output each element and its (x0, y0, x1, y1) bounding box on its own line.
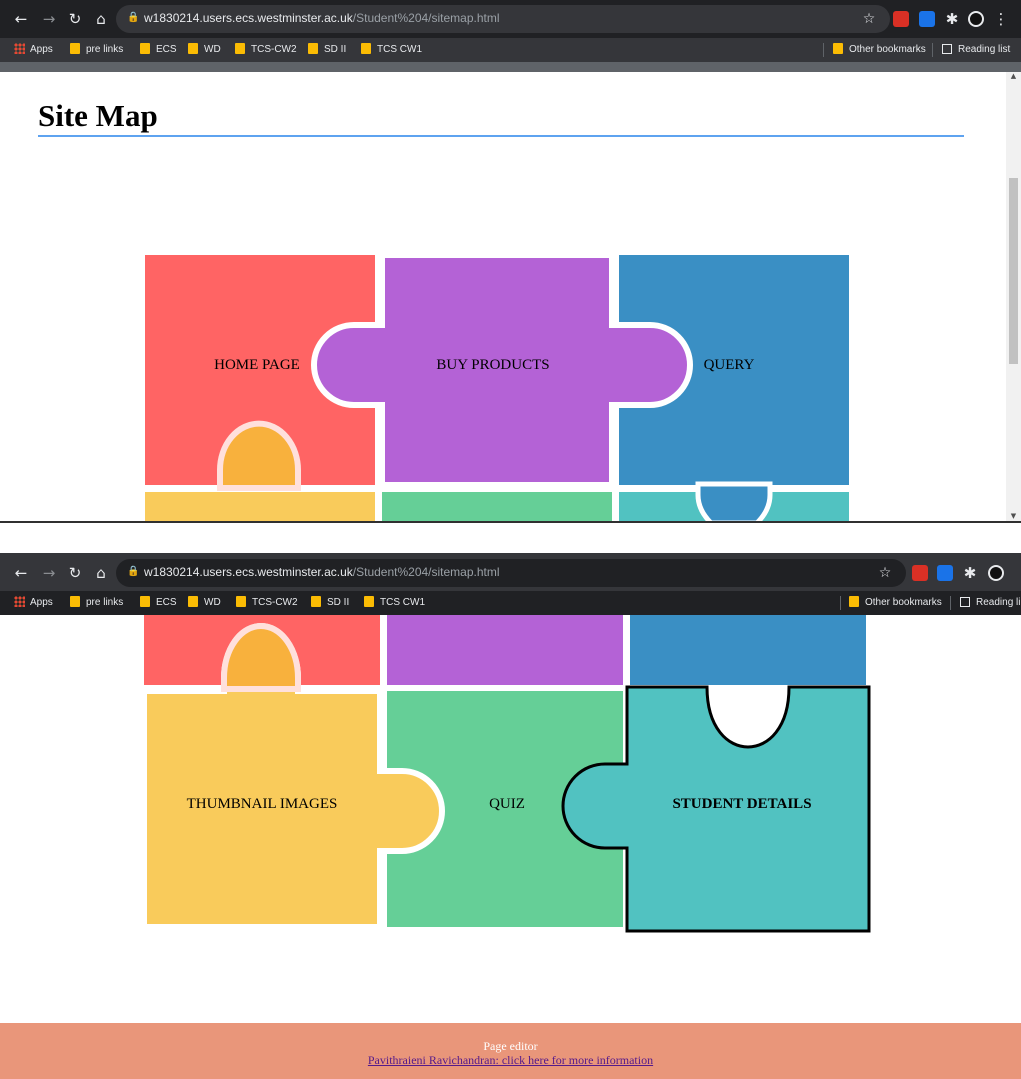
query-knob (695, 481, 773, 523)
query-piece[interactable] (630, 615, 866, 685)
footer-title: Page editor (483, 1039, 538, 1053)
vertical-scrollbar[interactable]: ▲ ▼ (1006, 72, 1021, 523)
puzzle-sitemap-bottom: THUMBNAIL IMAGES QUIZ STUDENT DETAILS (141, 615, 871, 933)
home-page-label: HOME PAGE (214, 357, 300, 373)
scroll-thumb[interactable] (1009, 178, 1018, 364)
student-details-label: STUDENT DETAILS (672, 796, 811, 812)
buy-products-piece[interactable] (387, 615, 623, 685)
thumbnail-knob (217, 420, 301, 491)
scroll-up-arrow-icon[interactable]: ▲ (1009, 72, 1018, 81)
thumbnail-images-piece[interactable] (145, 492, 375, 523)
thumbnail-images-label: THUMBNAIL IMAGES (187, 796, 338, 812)
scroll-down-arrow-icon[interactable]: ▼ (1009, 512, 1018, 521)
screenshot-divider (0, 521, 1021, 523)
footer-author-link[interactable]: Pavithraieni Ravichandran: click here fo… (0, 1053, 1021, 1067)
page-footer: Page editor Pavithraieni Ravichandran: c… (0, 1023, 1021, 1079)
quiz-piece[interactable] (382, 492, 612, 523)
puzzle-sitemap-top: HOME PAGE BUY PRODUCTS QUERY (145, 252, 849, 523)
buy-products-label: BUY PRODUCTS (436, 357, 549, 373)
quiz-label: QUIZ (489, 796, 525, 812)
screenshot-bottom: ← → ↻ ⌂ 🔒 w1830214.users.ecs.westminster… (0, 553, 1021, 1079)
screenshot-top: ← → ↻ ⌂ 🔒 w1830214.users.ecs.westminster… (0, 0, 1021, 523)
query-label: QUERY (704, 357, 755, 373)
